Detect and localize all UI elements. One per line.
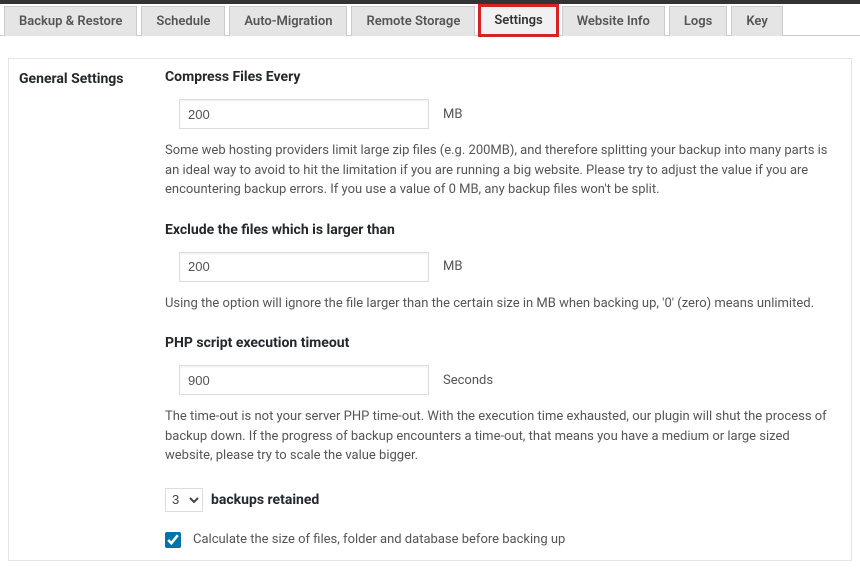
tab-remote-storage[interactable]: Remote Storage [351, 6, 475, 36]
compress-label: Compress Files Every [165, 69, 833, 85]
sidebar-title: General Settings [19, 71, 145, 87]
calc-size-checkbox[interactable] [165, 532, 181, 548]
field-exclude: Exclude the files which is larger than M… [165, 222, 833, 314]
exclude-unit: MB [443, 259, 462, 274]
exclude-input-row: MB [165, 252, 833, 282]
timeout-input-row: Seconds [165, 365, 833, 395]
compress-desc: Some web hosting providers limit large z… [165, 141, 833, 200]
panel-main: Compress Files Every MB Some web hosting… [155, 59, 851, 560]
tab-backup-restore[interactable]: Backup & Restore [4, 6, 137, 36]
tab-settings[interactable]: Settings [479, 5, 557, 36]
exclude-input[interactable] [179, 252, 429, 282]
tab-website-info[interactable]: Website Info [562, 6, 665, 36]
field-calc-size: Calculate the size of files, folder and … [165, 532, 833, 548]
compress-unit: MB [443, 107, 462, 122]
content-wrapper: General Settings Compress Files Every MB… [0, 36, 860, 569]
tab-auto-migration[interactable]: Auto-Migration [229, 6, 347, 36]
settings-panel: General Settings Compress Files Every MB… [8, 58, 852, 561]
retain-select[interactable]: 3 [165, 488, 203, 512]
field-compress: Compress Files Every MB Some web hosting… [165, 69, 833, 200]
timeout-unit: Seconds [443, 373, 493, 388]
tab-logs[interactable]: Logs [669, 6, 727, 36]
calc-size-label: Calculate the size of files, folder and … [193, 532, 565, 547]
retain-label: backups retained [211, 492, 319, 508]
compress-input[interactable] [179, 99, 429, 129]
tabs-container: Backup & Restore Schedule Auto-Migration… [0, 4, 860, 36]
timeout-label: PHP script execution timeout [165, 335, 833, 351]
timeout-input[interactable] [179, 365, 429, 395]
exclude-desc: Using the option will ignore the file la… [165, 294, 833, 314]
field-retain: 3 backups retained [165, 488, 833, 512]
tab-schedule[interactable]: Schedule [141, 6, 225, 36]
field-timeout: PHP script execution timeout Seconds The… [165, 335, 833, 466]
tab-key[interactable]: Key [731, 6, 782, 36]
timeout-desc: The time-out is not your server PHP time… [165, 407, 833, 466]
compress-input-row: MB [165, 99, 833, 129]
panel-sidebar: General Settings [9, 59, 155, 560]
exclude-label: Exclude the files which is larger than [165, 222, 833, 238]
